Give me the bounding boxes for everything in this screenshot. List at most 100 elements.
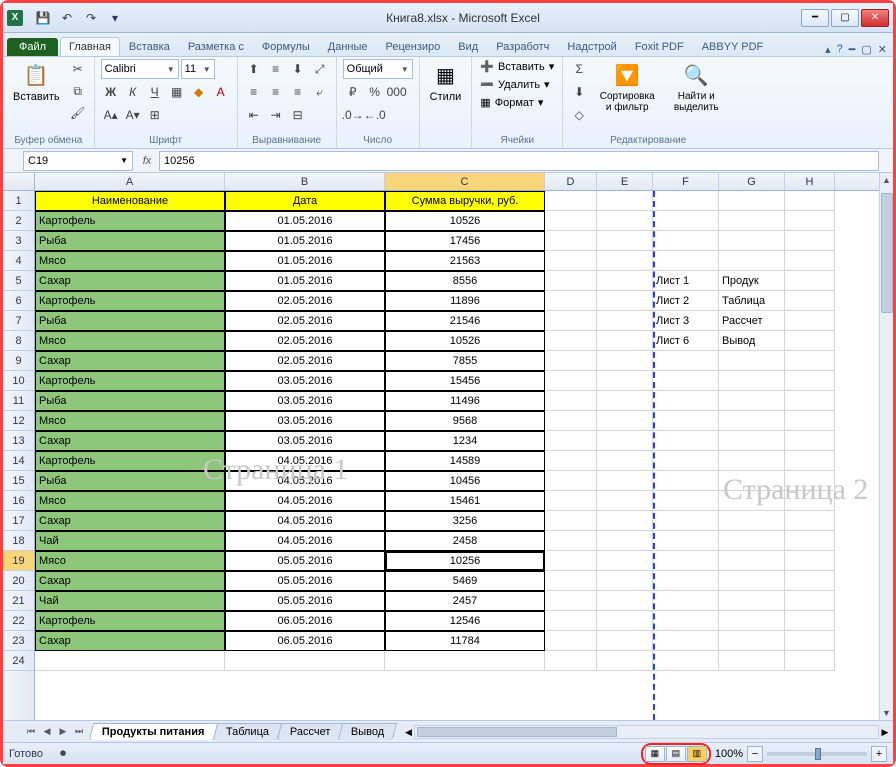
cell-E7[interactable] [597, 311, 653, 331]
zoom-slider[interactable] [767, 752, 867, 756]
cell-H2[interactable] [785, 211, 835, 231]
row-header-6[interactable]: 6 [3, 291, 34, 311]
cell-A19[interactable]: Мясо [35, 551, 225, 571]
row-header-8[interactable]: 8 [3, 331, 34, 351]
cell-G17[interactable] [719, 511, 785, 531]
row-header-2[interactable]: 2 [3, 211, 34, 231]
cell-E19[interactable] [597, 551, 653, 571]
sheet-last-button[interactable]: ⏭ [71, 724, 87, 740]
page-layout-view-button[interactable]: ▤ [666, 746, 686, 762]
row-header-19[interactable]: 19 [3, 551, 34, 571]
copy-button[interactable]: ⧉ [68, 81, 88, 101]
maximize-button[interactable]: ▢ [831, 9, 859, 27]
row-header-12[interactable]: 12 [3, 411, 34, 431]
cell-H15[interactable] [785, 471, 835, 491]
font-size-combo[interactable]: 11▼ [181, 59, 215, 79]
cell-F2[interactable] [653, 211, 719, 231]
cell-B23[interactable]: 06.05.2016 [225, 631, 385, 651]
cell-C8[interactable]: 10526 [385, 331, 545, 351]
cell-C20[interactable]: 5469 [385, 571, 545, 591]
cell-D24[interactable] [545, 651, 597, 671]
cell-G16[interactable] [719, 491, 785, 511]
file-tab[interactable]: Файл [7, 38, 58, 56]
cell-H4[interactable] [785, 251, 835, 271]
cell-A8[interactable]: Мясо [35, 331, 225, 351]
cell-A2[interactable]: Картофель [35, 211, 225, 231]
cell-B9[interactable]: 02.05.2016 [225, 351, 385, 371]
decrease-decimal-button[interactable]: ←.0 [365, 105, 385, 125]
ribbon-tab-разметка с[interactable]: Разметка с [179, 37, 253, 56]
row-header-21[interactable]: 21 [3, 591, 34, 611]
cell-H16[interactable] [785, 491, 835, 511]
cell-D22[interactable] [545, 611, 597, 631]
row-header-3[interactable]: 3 [3, 231, 34, 251]
paste-button[interactable]: 📋 Вставить [9, 59, 64, 105]
ribbon-tab-вид[interactable]: Вид [449, 37, 487, 56]
row-header-4[interactable]: 4 [3, 251, 34, 271]
cell-G9[interactable] [719, 351, 785, 371]
page-break-view-button[interactable]: ▥ [687, 746, 707, 762]
cell-A12[interactable]: Мясо [35, 411, 225, 431]
cell-H18[interactable] [785, 531, 835, 551]
ribbon-tab-abbyy pdf[interactable]: ABBYY PDF [693, 37, 773, 56]
cell-G3[interactable] [719, 231, 785, 251]
cell-B10[interactable]: 03.05.2016 [225, 371, 385, 391]
ribbon-tab-рецензиро[interactable]: Рецензиро [377, 37, 450, 56]
cell-F21[interactable] [653, 591, 719, 611]
clear-button[interactable]: ◇ [569, 105, 589, 125]
cell-A24[interactable] [35, 651, 225, 671]
hscroll-thumb[interactable] [417, 727, 617, 737]
cell-G15[interactable] [719, 471, 785, 491]
cell-C9[interactable]: 7855 [385, 351, 545, 371]
worksheet-grid[interactable]: ABCDEFGH 1234567891011121314151617181920… [3, 173, 893, 720]
align-right-button[interactable]: ≡ [288, 82, 308, 102]
cell-H11[interactable] [785, 391, 835, 411]
cell-C22[interactable]: 12546 [385, 611, 545, 631]
cell-D6[interactable] [545, 291, 597, 311]
cell-B22[interactable]: 06.05.2016 [225, 611, 385, 631]
cell-E8[interactable] [597, 331, 653, 351]
row-header-17[interactable]: 17 [3, 511, 34, 531]
cell-H12[interactable] [785, 411, 835, 431]
wrap-text-button[interactable]: ⤶ [310, 82, 330, 102]
cell-H17[interactable] [785, 511, 835, 531]
font-name-combo[interactable]: Calibri▼ [101, 59, 179, 79]
cell-E24[interactable] [597, 651, 653, 671]
styles-button[interactable]: ▦ Стили [426, 59, 466, 105]
cell-B4[interactable]: 01.05.2016 [225, 251, 385, 271]
cell-F4[interactable] [653, 251, 719, 271]
cell-E18[interactable] [597, 531, 653, 551]
ribbon-minimize-icon[interactable]: ▴ [825, 43, 831, 56]
sheet-prev-button[interactable]: ◀ [39, 724, 55, 740]
qat-customize[interactable]: ▾ [105, 8, 125, 28]
ribbon-tab-главная[interactable]: Главная [60, 37, 120, 56]
ribbon-tab-формулы[interactable]: Формулы [253, 37, 319, 56]
cell-A7[interactable]: Рыба [35, 311, 225, 331]
save-button[interactable]: 💾 [33, 8, 53, 28]
align-top-button[interactable]: ⬆ [244, 59, 264, 79]
cell-A6[interactable]: Картофель [35, 291, 225, 311]
cell-A13[interactable]: Сахар [35, 431, 225, 451]
normal-view-button[interactable]: ▦ [645, 746, 665, 762]
cell-G21[interactable] [719, 591, 785, 611]
cell-C18[interactable]: 2458 [385, 531, 545, 551]
cell-A9[interactable]: Сахар [35, 351, 225, 371]
cell-C6[interactable]: 11896 [385, 291, 545, 311]
zoom-thumb[interactable] [815, 748, 821, 760]
cell-H19[interactable] [785, 551, 835, 571]
col-header-H[interactable]: H [785, 173, 835, 190]
ribbon-tab-надстрой[interactable]: Надстрой [558, 37, 625, 56]
cell-A10[interactable]: Картофель [35, 371, 225, 391]
cell-G14[interactable] [719, 451, 785, 471]
cell-G13[interactable] [719, 431, 785, 451]
cell-B21[interactable]: 05.05.2016 [225, 591, 385, 611]
row-header-20[interactable]: 20 [3, 571, 34, 591]
cell-D20[interactable] [545, 571, 597, 591]
cell-E2[interactable] [597, 211, 653, 231]
cell-F15[interactable] [653, 471, 719, 491]
cell-E10[interactable] [597, 371, 653, 391]
cell-A15[interactable]: Рыба [35, 471, 225, 491]
cell-F13[interactable] [653, 431, 719, 451]
increase-decimal-button[interactable]: .0→ [343, 105, 363, 125]
border-button[interactable]: ▦ [167, 82, 187, 102]
